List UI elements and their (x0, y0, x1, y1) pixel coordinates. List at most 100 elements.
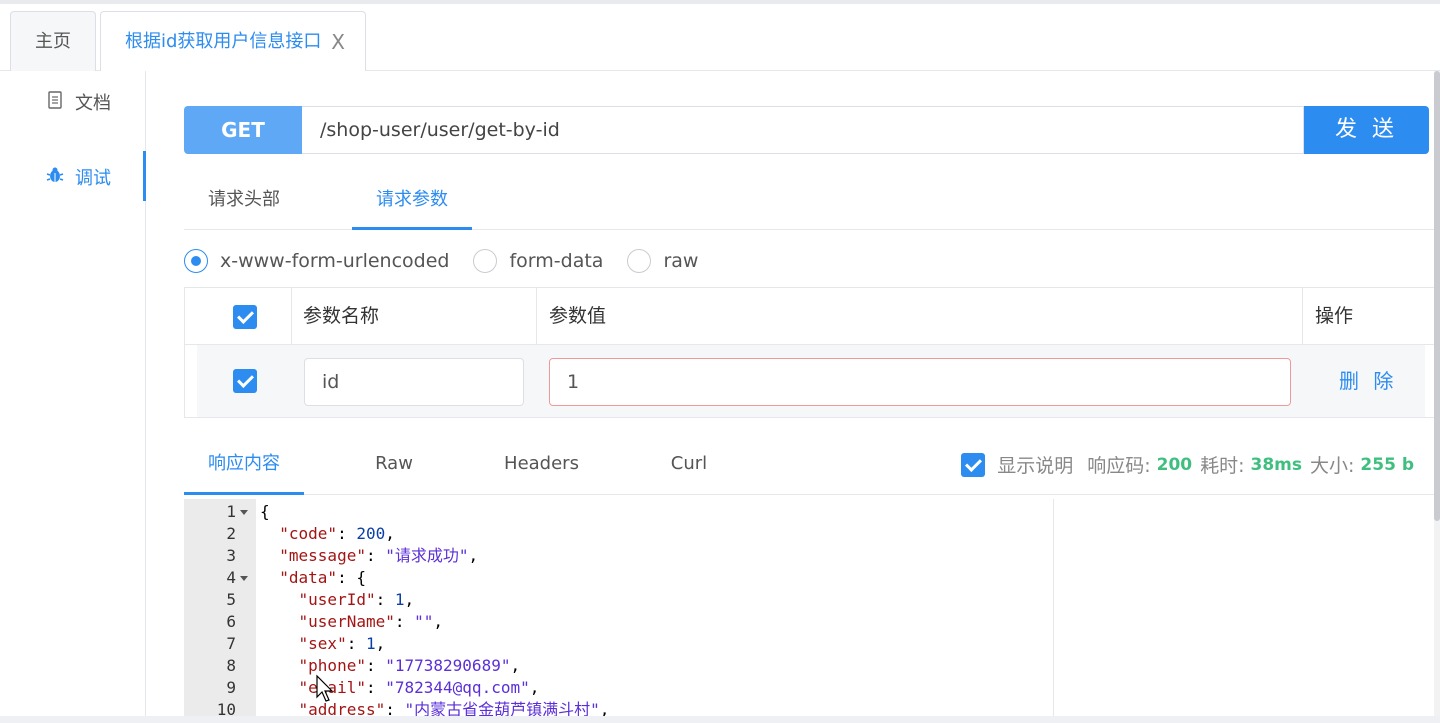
tab-response-headers[interactable]: Headers (494, 437, 589, 495)
radio-label: raw (663, 250, 699, 272)
send-button[interactable]: 发 送 (1304, 106, 1429, 154)
radio-form-data[interactable]: form-data (473, 249, 603, 273)
response-time: 38ms (1250, 454, 1303, 475)
main-panel: 文档 调试 GET /shop-user/user/get-by-id 发 送 … (0, 71, 1440, 716)
code-token-sep: : (365, 656, 386, 675)
code-token-key: "userName" (298, 612, 395, 631)
method-select[interactable]: GET (184, 106, 302, 154)
code-token-num: 1 (394, 590, 405, 609)
code-token-tail: { (356, 568, 366, 587)
code-token-str: "17738290689" (385, 656, 511, 675)
tab-response-body[interactable]: 响应内容 (184, 437, 304, 495)
code-line: "userId": 1, (260, 589, 415, 611)
tab-get-user-by-id[interactable]: 根据id获取用户信息接口 X (100, 11, 366, 73)
line-number: 4 (226, 568, 236, 587)
code-token-tail: , (468, 546, 479, 565)
sidebar-item-label: 文档 (75, 93, 111, 114)
code-token-tail: , (433, 612, 444, 631)
col-action: 操作 (1315, 305, 1354, 327)
select-all-checkbox[interactable] (233, 305, 257, 329)
request-bar: GET /shop-user/user/get-by-id 发 送 (184, 106, 1429, 154)
param-name-input[interactable]: id (304, 358, 524, 406)
code-line: "sex": 1, (260, 633, 386, 655)
code-token-text: { (260, 502, 270, 521)
close-icon[interactable]: X (331, 12, 345, 72)
param-value-input[interactable]: 1 (549, 358, 1291, 406)
line-number: 8 (226, 656, 236, 675)
code-token-num: 200 (356, 524, 386, 543)
show-desc-label: 显示说明 (997, 455, 1074, 477)
row-checkbox[interactable] (233, 369, 257, 393)
url-input[interactable]: /shop-user/user/get-by-id (302, 106, 1304, 154)
radio-circle[interactable] (473, 249, 498, 273)
response-meta: 显示说明 响应码: 200 耗时: 38ms 大小: 255 b (961, 451, 1414, 478)
tab-home-label: 主页 (35, 31, 71, 52)
code-token-sep: : (346, 634, 366, 653)
radio-urlencoded[interactable]: x-www-form-urlencoded (184, 249, 449, 273)
radio-raw[interactable]: raw (627, 249, 698, 273)
params-table-header: 参数名称 参数值 操作 (185, 288, 1437, 345)
delete-row-button[interactable]: 删 除 (1339, 345, 1397, 417)
request-tabs: 请求头部 请求参数 (184, 175, 1434, 230)
sidebar-active-indicator (143, 151, 146, 201)
line-number: 10 (216, 700, 236, 716)
code-token-sep: : (394, 612, 415, 631)
bug-icon (45, 166, 65, 188)
line-number: 1 (226, 502, 236, 521)
code-token-sep: : (365, 678, 386, 697)
code-token-tail: , (510, 656, 521, 675)
code-token-key: "userId" (298, 590, 376, 609)
code-token-str: "内蒙古省金葫芦镇满斗村" (404, 700, 600, 716)
code-line: "code": 200, (260, 523, 395, 545)
tab-request-headers[interactable]: 请求头部 (184, 175, 304, 230)
document-icon (45, 91, 65, 113)
code-token-str: "请求成功" (385, 546, 469, 565)
status-label: 响应码: (1087, 455, 1151, 477)
code-token-tail: , (385, 524, 395, 543)
code-token-sep: : (337, 568, 357, 587)
code-line: "address": "内蒙古省金葫芦镇满斗村", (260, 699, 610, 716)
code-line: "message": "请求成功", (260, 545, 478, 567)
col-param-value: 参数值 (549, 305, 607, 327)
fold-toggle-icon[interactable] (240, 510, 248, 515)
code-token-str: "" (414, 612, 434, 631)
code-token-key: "phone" (298, 656, 366, 675)
code-token-str: "782344@qq.com" (385, 678, 530, 697)
code-token-key: "address" (298, 700, 386, 716)
line-number: 2 (226, 524, 236, 543)
line-number: 9 (226, 678, 236, 697)
sidebar-item-debug[interactable]: 调试 (45, 164, 111, 190)
code-token-sep: : (375, 590, 395, 609)
tab-request-params[interactable]: 请求参数 (352, 175, 472, 230)
tab-response-curl[interactable]: Curl (654, 437, 724, 495)
mouse-cursor-icon (316, 674, 334, 702)
response-size: 255 b (1360, 454, 1414, 475)
radio-circle[interactable] (627, 249, 652, 273)
size-label: 大小: (1310, 455, 1355, 477)
code-line: "email": "782344@qq.com", (260, 677, 540, 699)
code-token-tail: , (404, 590, 415, 609)
line-number: 3 (226, 546, 236, 565)
sidebar-item-doc[interactable]: 文档 (45, 89, 111, 115)
show-desc-checkbox[interactable] (961, 452, 986, 477)
col-param-name: 参数名称 (303, 305, 380, 327)
table-row: id 1 删 除 (197, 345, 1425, 417)
tab-home[interactable]: 主页 (10, 11, 96, 72)
code-line: { (260, 501, 270, 523)
tab-bar: 主页 根据id获取用户信息接口 X (0, 4, 1440, 73)
radio-circle[interactable] (184, 249, 208, 273)
response-tabs: 响应内容 Raw Headers Curl 显示说明 响应码: 200 耗时: … (184, 437, 1434, 495)
fold-toggle-icon[interactable] (240, 576, 248, 581)
code-line: "phone": "17738290689", (260, 655, 521, 677)
tab-response-raw[interactable]: Raw (354, 437, 434, 495)
line-number: 5 (226, 590, 236, 609)
code-token-key: "code" (279, 524, 338, 543)
code-token-key: "sex" (298, 634, 347, 653)
code-line: "userName": "", (260, 611, 444, 633)
scrollbar-thumb[interactable] (1434, 71, 1440, 521)
code-token-tail: , (529, 678, 540, 697)
sidebar-item-label: 调试 (75, 168, 111, 189)
response-editor[interactable]: 1 {2 "code": 200, 3 "message": "请求成功", 4 "d… (184, 499, 1054, 716)
line-number: 7 (226, 634, 236, 653)
page-scrollbar[interactable] (1434, 71, 1440, 716)
